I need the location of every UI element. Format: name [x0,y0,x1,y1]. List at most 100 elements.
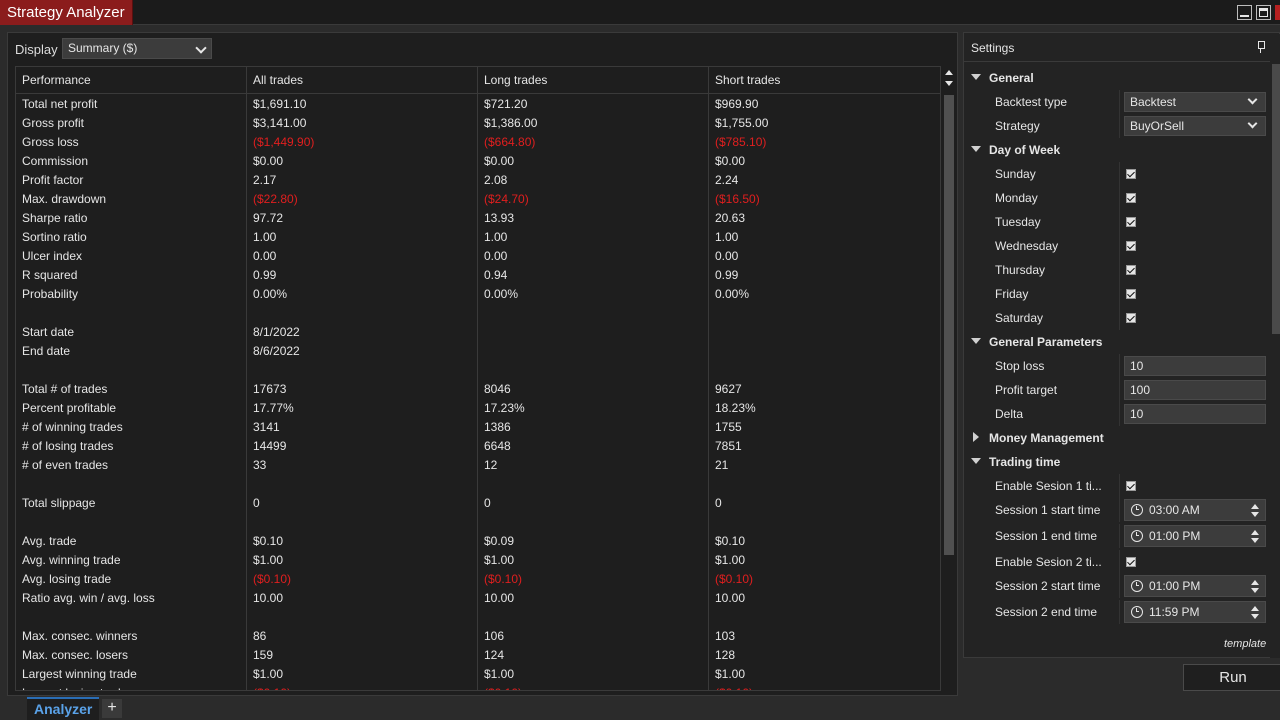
time-session-1-end-time[interactable]: 01:00 PM [1124,525,1266,547]
close-button[interactable] [1275,5,1280,20]
spin-up-icon[interactable] [1251,606,1259,611]
table-row [16,608,940,627]
title-bar: Strategy Analyzer [0,0,1280,25]
property-label: Session 1 end time [995,529,1098,543]
time-value: 01:00 PM [1149,579,1201,593]
column-header-all-trades[interactable]: All trades [247,67,303,94]
input-profit-target[interactable]: 100 [1124,380,1266,400]
scroll-thumb[interactable] [944,95,954,555]
cell-performance: # of even trades [22,458,109,472]
checkbox-saturday[interactable] [1126,313,1136,323]
spin-down-icon[interactable] [1251,512,1259,517]
expand-down-icon[interactable] [971,146,981,152]
property-backtest-type: Backtest type Backtest [964,90,1279,114]
category-label: General [989,71,1034,85]
cell-short-trades: 1.00 [715,230,739,244]
settings-title: Settings [971,41,1015,55]
category-general[interactable]: General [964,66,1279,90]
spin-up-icon[interactable] [1251,530,1259,535]
category-trading-time[interactable]: Trading time [964,450,1279,474]
cell-short-trades: 0.99 [715,268,739,282]
category-day-of-week[interactable]: Day of Week [964,138,1279,162]
column-header-performance[interactable]: Performance [16,67,91,94]
checkbox-monday[interactable] [1126,193,1136,203]
category-general-parameters[interactable]: General Parameters [964,330,1279,354]
pin-icon[interactable] [1257,41,1265,53]
time-session-2-start-time[interactable]: 01:00 PM [1124,575,1266,597]
property-delta: Delta 10 [964,402,1279,426]
maximize-button[interactable] [1256,5,1271,20]
cell-performance: Profit factor [22,173,84,187]
spin-down-icon[interactable] [1251,614,1259,619]
checkbox-wednesday[interactable] [1126,241,1136,251]
scroll-down-icon[interactable] [945,81,953,86]
spin-up-icon[interactable] [1251,580,1259,585]
column-divider [1119,114,1120,138]
clock-icon [1131,530,1143,542]
cell-short-trades: ($0.10) [715,572,754,586]
cell-short-trades: 128 [715,648,736,662]
expand-down-icon[interactable] [971,458,981,464]
input-delta[interactable]: 10 [1124,404,1266,424]
scroll-thumb[interactable] [1272,64,1280,334]
cell-performance: # of losing trades [22,439,114,453]
template-link[interactable]: template [1224,638,1266,650]
cell-all-trades: 17673 [253,382,287,396]
cell-long-trades: $1.00 [484,667,515,681]
cell-performance [16,361,22,380]
category-money-management[interactable]: Money Management [964,426,1279,450]
table-row: Total net profit $1,691.10 $721.20 $969.90 [16,95,940,114]
cell-performance: Max. drawdown [22,192,107,206]
cell-performance: Total slippage [22,496,96,510]
checkbox-enable-sesion-1-ti[interactable] [1126,481,1136,491]
spin-down-icon[interactable] [1251,538,1259,543]
checkbox-thursday[interactable] [1126,265,1136,275]
cell-long-trades: 1.00 [484,230,508,244]
minimize-button[interactable] [1237,5,1252,20]
settings-scrollbar[interactable] [1270,34,1280,658]
cell-all-trades: 33 [253,458,267,472]
table-row: Ratio avg. win / avg. loss 10.00 10.00 10.0… [16,589,940,608]
checkbox-enable-sesion-2-ti[interactable] [1126,557,1136,567]
column-divider [1119,402,1120,426]
table-row: End date 8/6/2022 [16,342,940,361]
display-select-value: Summary ($) [68,41,138,55]
cell-short-trades [709,513,715,532]
property-label: Tuesday [995,215,1041,229]
expand-down-icon[interactable] [971,74,981,80]
time-session-1-start-time[interactable]: 03:00 AM [1124,499,1266,521]
tab-analyzer[interactable]: Analyzer [27,697,100,720]
cell-performance: Gross loss [22,135,79,149]
column-header-long-trades[interactable]: Long trades [478,67,547,94]
table-row: Max. drawdown ($22.80) ($24.70) ($16.50) [16,190,940,209]
window-title: Strategy Analyzer [0,0,133,25]
cell-all-trades [247,475,253,494]
time-session-2-end-time[interactable]: 11:59 PM [1124,601,1266,623]
input-stop-loss[interactable]: 10 [1124,356,1266,376]
scroll-up-icon[interactable] [945,70,953,75]
column-header-short-trades[interactable]: Short trades [709,67,780,94]
cell-performance: Largest winning trade [22,667,137,681]
cell-long-trades: ($0.10) [484,572,523,586]
cell-performance: R squared [22,268,78,282]
display-select[interactable]: Summary ($) [62,38,212,59]
cell-all-trades [247,304,253,323]
select-backtest-type[interactable]: Backtest [1124,92,1266,112]
cell-all-trades: 3141 [253,420,280,434]
spin-up-icon[interactable] [1251,504,1259,509]
property-label: Thursday [995,263,1046,277]
expand-down-icon[interactable] [971,338,981,344]
add-tab-button[interactable]: + [102,699,122,718]
cell-all-trades: ($22.80) [253,192,298,206]
grid-scrollbar[interactable] [943,67,955,689]
checkbox-sunday[interactable] [1126,169,1136,179]
spin-down-icon[interactable] [1251,588,1259,593]
checkbox-friday[interactable] [1126,289,1136,299]
cell-performance: Ulcer index [22,249,83,263]
checkbox-tuesday[interactable] [1126,217,1136,227]
run-button[interactable]: Run [1183,664,1280,691]
expand-right-icon[interactable] [973,432,979,442]
cell-long-trades: 0.00% [484,287,519,301]
cell-short-trades: 10.00 [715,591,746,605]
select-strategy[interactable]: BuyOrSell [1124,116,1266,136]
